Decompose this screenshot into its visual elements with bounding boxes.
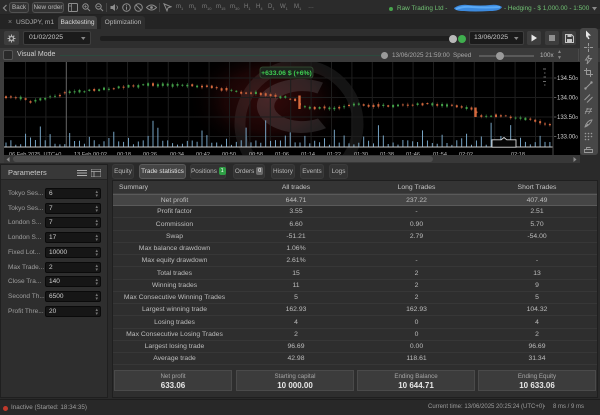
svg-text:+633.06 $ (+6%): +633.06 $ (+6%): [261, 70, 312, 77]
svg-text:133.000: 133.000: [557, 135, 578, 141]
svg-text:134.500: 134.500: [557, 76, 578, 82]
svg-text:133.500: 133.500: [557, 115, 578, 121]
svg-text:134.000: 134.000: [557, 96, 578, 102]
